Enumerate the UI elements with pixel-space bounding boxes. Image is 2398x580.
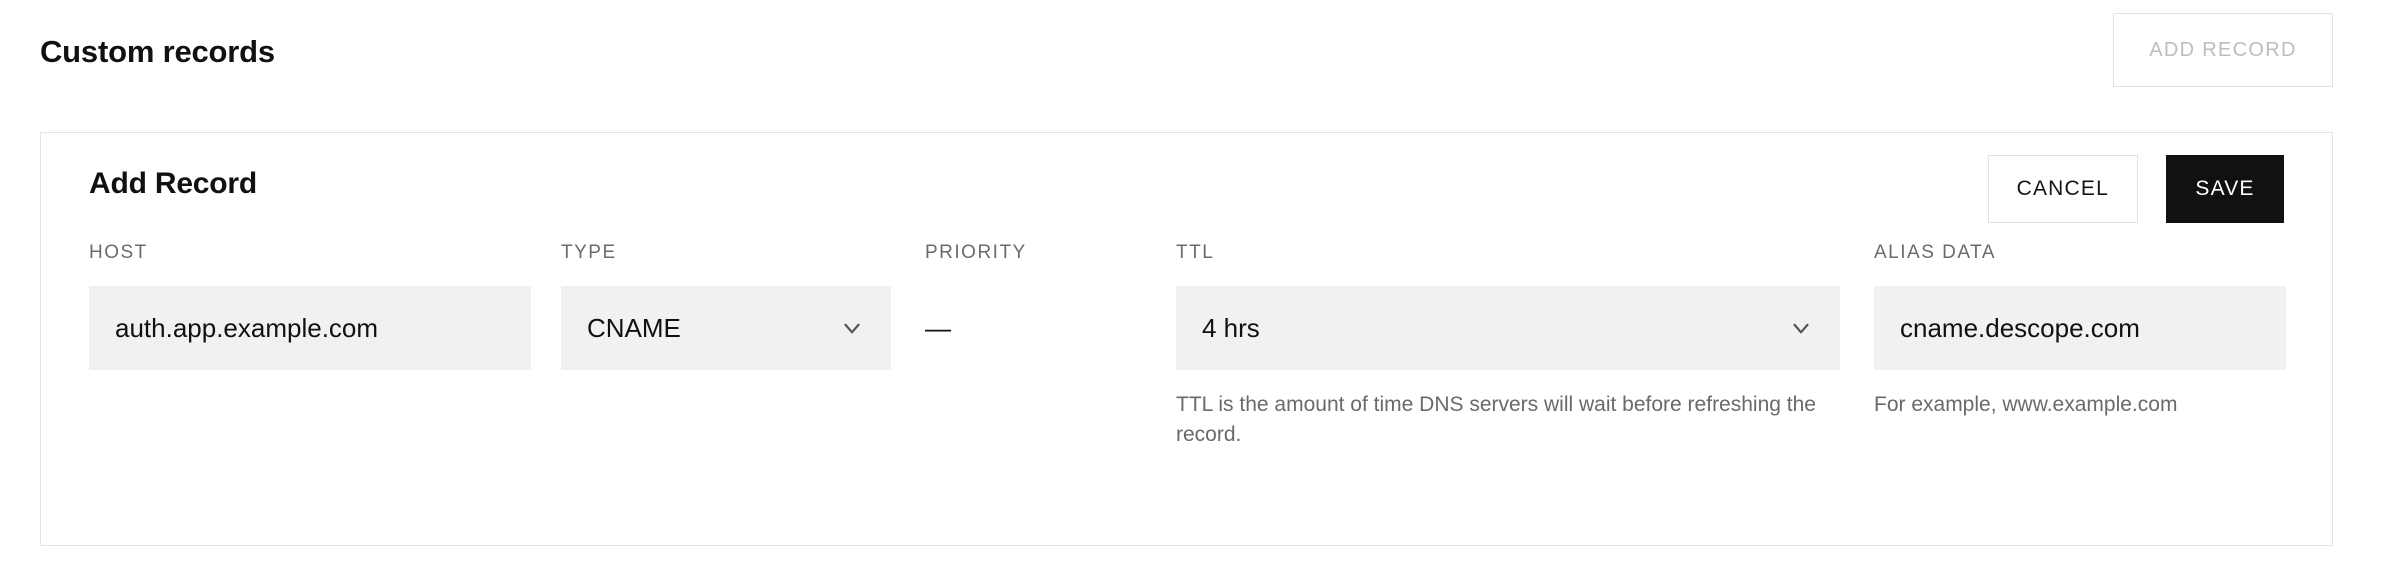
page-title: Custom records (40, 34, 275, 69)
ttl-select[interactable]: 4 hrs (1176, 286, 1840, 370)
chevron-down-icon (839, 315, 865, 341)
alias-data-label: ALIAS DATA (1874, 242, 1996, 263)
card-actions: CANCEL SAVE (1987, 155, 2284, 223)
field-priority: PRIORITY — (925, 243, 1165, 370)
priority-value-container: — (925, 286, 1165, 370)
card-header: Add Record CANCEL SAVE (41, 133, 2332, 243)
field-type: TYPE CNAME (561, 243, 891, 370)
add-record-button[interactable]: ADD RECORD (2113, 13, 2333, 87)
save-button[interactable]: SAVE (2166, 155, 2284, 223)
field-ttl: TTL 4 hrs TTL is the amount of time DNS … (1176, 243, 1840, 451)
host-label: HOST (89, 242, 148, 263)
add-record-card: Add Record CANCEL SAVE HOST auth.app.exa… (40, 132, 2333, 546)
section-header: Custom records ADD RECORD (0, 0, 2398, 110)
host-value: auth.app.example.com (115, 312, 379, 343)
type-select[interactable]: CNAME (561, 286, 891, 370)
cancel-button[interactable]: CANCEL (1987, 155, 2138, 223)
ttl-helper-text: TTL is the amount of time DNS servers wi… (1176, 393, 1816, 447)
card-title: Add Record (89, 167, 258, 200)
custom-records-page: Custom records ADD RECORD Add Record CAN… (0, 0, 2398, 580)
field-host: HOST auth.app.example.com (89, 243, 531, 370)
type-label: TYPE (561, 242, 617, 263)
priority-label: PRIORITY (925, 242, 1027, 263)
host-input[interactable]: auth.app.example.com (89, 286, 531, 370)
type-value: CNAME (587, 312, 681, 343)
ttl-value: 4 hrs (1202, 312, 1260, 343)
priority-value: — (925, 313, 951, 343)
alias-data-value: cname.descope.com (1900, 312, 2140, 343)
alias-data-helper-text: For example, www.example.com (1874, 393, 2178, 416)
ttl-label: TTL (1176, 242, 1215, 263)
record-form: HOST auth.app.example.com TYPE CNAME PRI… (41, 243, 2332, 543)
field-alias-data: ALIAS DATA cname.descope.com For example… (1874, 243, 2286, 420)
chevron-down-icon (1788, 315, 1814, 341)
alias-data-input[interactable]: cname.descope.com (1874, 286, 2286, 370)
